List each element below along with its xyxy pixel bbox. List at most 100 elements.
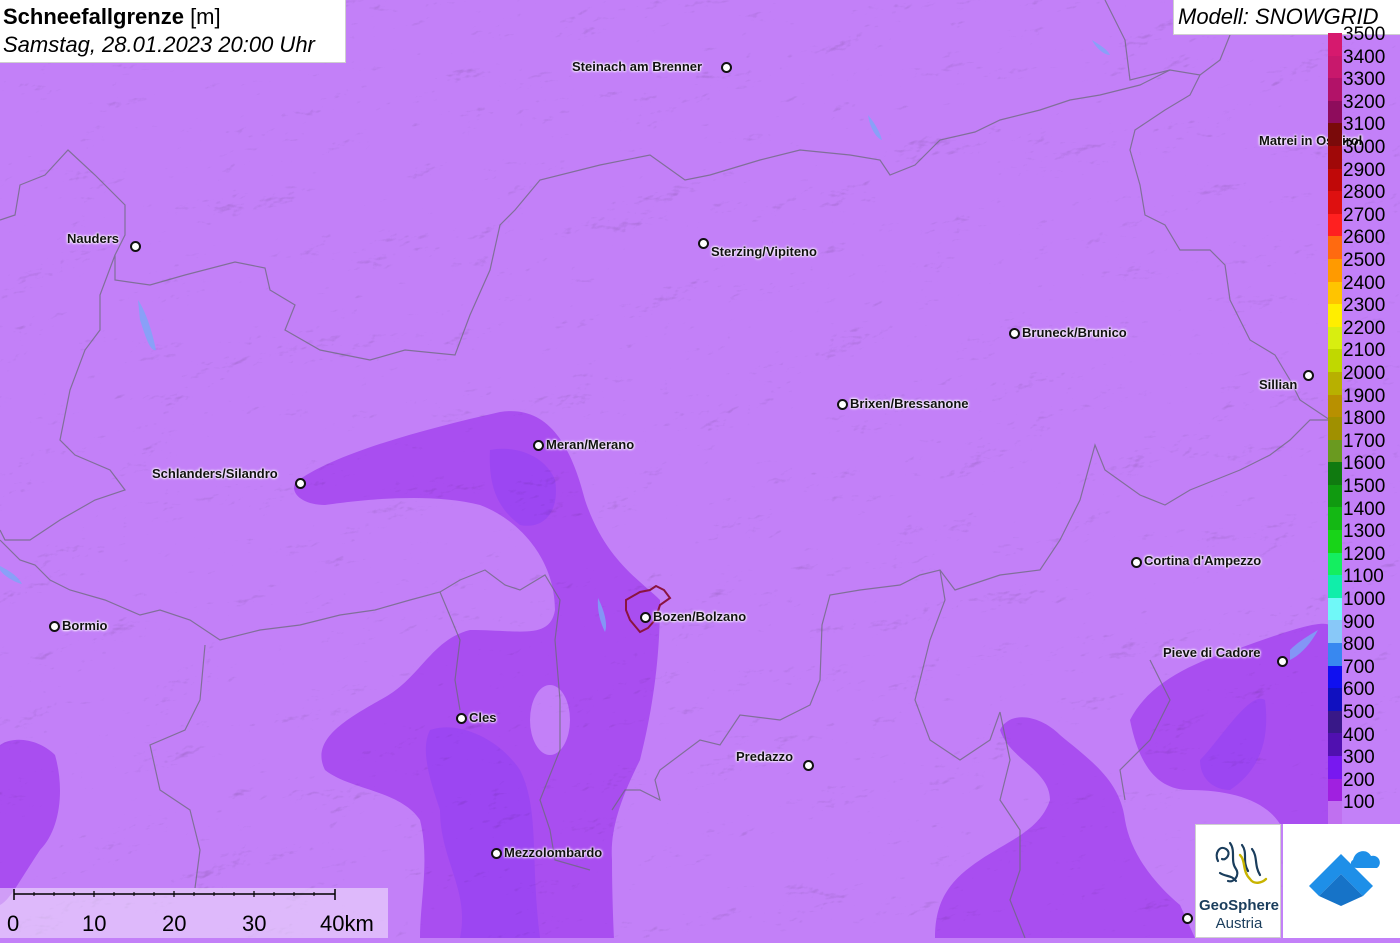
place-marker-mezzolombardo[interactable]	[491, 848, 502, 859]
place-label-cles[interactable]: Cles	[469, 711, 496, 725]
legend-swatch-3200	[1328, 100, 1342, 124]
place-label-steinach[interactable]: Steinach am Brenner	[572, 60, 702, 74]
scale-bar: 0 10 20 30 40km	[0, 888, 388, 938]
legend-label-1400: 1400	[1343, 498, 1386, 520]
legend-swatch-1000	[1328, 597, 1342, 621]
legend-label-200: 200	[1343, 769, 1375, 791]
legend-swatch-3100	[1328, 123, 1342, 146]
map-title-box: Schneefallgrenze [m] Samstag, 28.01.2023…	[0, 0, 346, 63]
weather-app-icon	[1309, 851, 1380, 906]
place-label-cortina[interactable]: Cortina d'Ampezzo	[1144, 554, 1261, 568]
place-marker-sillian[interactable]	[1303, 370, 1314, 381]
legend-label-2500: 2500	[1343, 250, 1386, 271]
place-marker-pieve[interactable]	[1277, 656, 1288, 667]
legend-label-2000: 2000	[1343, 363, 1386, 384]
legend-label-100: 100	[1343, 792, 1375, 814]
map-title-parameter: Schneefallgrenze	[3, 4, 184, 29]
place-marker-bruneck[interactable]	[1009, 328, 1020, 339]
legend-label-1500: 1500	[1343, 476, 1386, 497]
legend-swatch-1700	[1328, 439, 1342, 463]
legend-swatch-300	[1328, 756, 1342, 779]
scale-tick-30: 30	[242, 911, 267, 936]
place-marker-brixen[interactable]	[837, 399, 848, 410]
geosphere-logo[interactable]: GeoSphere Austria	[1195, 824, 1281, 938]
legend-swatch-2200	[1328, 326, 1342, 350]
legend-label-2700: 2700	[1343, 204, 1386, 226]
legend-label-3300: 3300	[1343, 69, 1386, 91]
place-marker-bozen[interactable]	[640, 612, 651, 623]
legend-swatch-2400	[1328, 281, 1342, 305]
legend-swatch-1200	[1328, 552, 1342, 576]
legend-swatch-100	[1328, 801, 1342, 824]
legend-swatch-700	[1328, 665, 1342, 689]
place-marker-cortina[interactable]	[1131, 557, 1142, 568]
legend-color-bar	[1328, 33, 1342, 824]
place-label-predazzo[interactable]: Predazzo	[736, 750, 793, 764]
legend-swatch-1600	[1328, 462, 1342, 485]
map-timestamp: Samstag, 28.01.2023 20:00 Uhr	[3, 32, 315, 57]
place-marker-sterzing[interactable]	[698, 238, 709, 249]
place-label-brixen[interactable]: Brixen/Bressanone	[850, 397, 969, 411]
place-label-bormio[interactable]: Bormio	[62, 619, 108, 633]
legend-label-700: 700	[1343, 656, 1375, 678]
weather-app-logo[interactable]	[1283, 824, 1400, 938]
legend-label-900: 900	[1343, 611, 1375, 633]
legend-swatch-2500	[1328, 258, 1342, 282]
place-marker-steinach[interactable]	[721, 62, 732, 73]
place-label-nauders[interactable]: Nauders	[67, 232, 119, 246]
legend-swatch-500	[1328, 710, 1342, 734]
legend-label-400: 400	[1343, 724, 1375, 746]
legend-swatch-200	[1328, 778, 1342, 802]
legend-swatch-1100	[1328, 575, 1342, 598]
legend-swatch-2900	[1328, 168, 1342, 192]
place-label-bruneck[interactable]: Bruneck/Brunico	[1022, 326, 1127, 340]
place-label-schlanders[interactable]: Schlanders/Silandro	[152, 467, 278, 481]
legend-swatch-2600	[1328, 236, 1342, 259]
place-label-sterzing[interactable]: Sterzing/Vipiteno	[711, 245, 817, 259]
legend-label-2600: 2600	[1343, 227, 1386, 249]
legend-swatch-2100	[1328, 349, 1342, 372]
place-marker-bormio[interactable]	[49, 621, 60, 632]
legend-label-2200: 2200	[1343, 317, 1386, 339]
legend-label-2900: 2900	[1343, 159, 1386, 181]
place-marker-schlanders[interactable]	[295, 478, 306, 489]
legend-label-300: 300	[1343, 747, 1375, 769]
scale-tick-10: 10	[82, 911, 107, 936]
legend-swatch-2300	[1328, 304, 1342, 327]
legend-label-3100: 3100	[1343, 114, 1386, 136]
color-legend: 3500 3400 3300 3200 3100 3000 2900 2800 2700 2600…	[1328, 25, 1400, 824]
place-marker-bottom-right[interactable]	[1182, 913, 1193, 924]
legend-label-3400: 3400	[1343, 46, 1386, 68]
legend-label-1100: 1100	[1343, 566, 1384, 588]
geosphere-logo-line2: Austria	[1215, 915, 1263, 932]
legend-swatch-800	[1328, 643, 1342, 666]
geosphere-emblem-icon	[1215, 841, 1268, 884]
legend-label-2400: 2400	[1343, 272, 1386, 294]
legend-label-1000: 1000	[1343, 589, 1386, 610]
legend-label-1800: 1800	[1343, 408, 1386, 430]
legend-label-1300: 1300	[1343, 521, 1386, 543]
map-title-unit: [m]	[183, 4, 221, 29]
place-label-mezzolombardo[interactable]: Mezzolombardo	[504, 846, 602, 860]
legend-swatch-400	[1328, 733, 1342, 756]
place-marker-meran[interactable]	[533, 440, 544, 451]
legend-label-2100: 2100	[1343, 340, 1386, 362]
place-label-bozen[interactable]: Bozen/Bolzano	[653, 610, 746, 624]
place-marker-nauders[interactable]	[130, 241, 141, 252]
scale-tick-20: 20	[162, 911, 187, 936]
map-title: Schneefallgrenze [m]	[3, 3, 345, 31]
place-marker-predazzo[interactable]	[803, 760, 814, 771]
legend-label-500: 500	[1343, 702, 1375, 723]
legend-label-1600: 1600	[1343, 453, 1386, 475]
scale-tick-40km: 40km	[320, 911, 374, 936]
place-marker-cles[interactable]	[456, 713, 467, 724]
place-label-sillian[interactable]: Sillian	[1259, 378, 1297, 392]
legend-label-3500: 3500	[1343, 24, 1386, 45]
legend-label-1200: 1200	[1343, 543, 1386, 565]
legend-swatch-600	[1328, 688, 1342, 711]
place-label-meran[interactable]: Meran/Merano	[546, 438, 634, 452]
legend-label-800: 800	[1343, 634, 1375, 656]
legend-swatch-1500	[1328, 484, 1342, 508]
legend-swatch-2000	[1328, 371, 1342, 395]
place-label-pieve[interactable]: Pieve di Cadore	[1163, 646, 1261, 660]
